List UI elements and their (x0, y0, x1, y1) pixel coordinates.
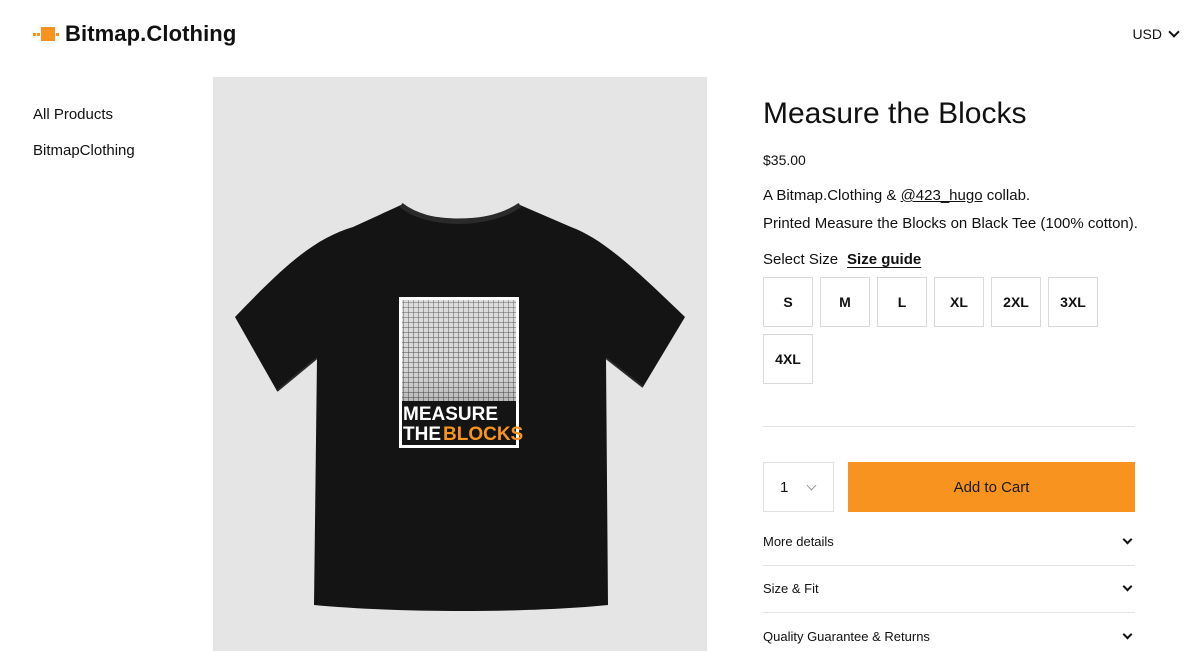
quantity-value: 1 (780, 478, 789, 496)
chevron-down-icon (1122, 534, 1133, 545)
size-option-2xl[interactable]: 2XL (991, 277, 1041, 327)
chevron-down-icon (1122, 629, 1133, 639)
accordion-label: Quality Guarantee & Returns (763, 628, 930, 644)
size-options: S M L XL 2XL 3XL 4XL (763, 277, 1135, 384)
sidebar-nav: All Products BitmapClothing (33, 106, 135, 178)
accordion-label: More details (763, 534, 834, 549)
currency-selector[interactable]: USD (1132, 25, 1180, 42)
chevron-down-icon (1168, 25, 1180, 38)
logo-mark-icon (33, 27, 59, 41)
size-option-3xl[interactable]: 3XL (1048, 277, 1098, 327)
currency-label: USD (1132, 26, 1162, 42)
product-price: $35.00 (763, 152, 806, 168)
divider (763, 426, 1135, 427)
description-suffix: collab. (982, 187, 1031, 204)
quantity-select[interactable]: 1 (763, 462, 834, 512)
product-image: MEASURE THE BLOCKS (213, 77, 707, 651)
tshirt-illustration: MEASURE THE BLOCKS (235, 202, 685, 611)
accordion-quality-returns[interactable]: Quality Guarantee & Returns (763, 612, 1135, 651)
accordion-more-details[interactable]: More details (763, 518, 1135, 566)
sidebar-item-all-products[interactable]: All Products (33, 106, 135, 123)
size-guide-link[interactable]: Size guide (847, 251, 921, 268)
size-option-m[interactable]: M (820, 277, 870, 327)
print-text-the: THE (403, 424, 441, 445)
accordion-label: Size & Fit (763, 581, 819, 596)
description-prefix: A Bitmap.Clothing & (763, 187, 901, 204)
size-option-l[interactable]: L (877, 277, 927, 327)
add-to-cart-button[interactable]: Add to Cart (848, 462, 1135, 512)
brand-name: Bitmap.Clothing (65, 21, 237, 46)
select-size-label: Select Size (763, 251, 839, 268)
sidebar-item-bitmapclothing[interactable]: BitmapClothing (33, 142, 135, 159)
product-description-line1: A Bitmap.Clothing & @423_hugo collab. (763, 187, 1030, 204)
accordion-size-fit[interactable]: Size & Fit (763, 565, 1135, 613)
brand-logo[interactable]: Bitmap.Clothing (33, 21, 236, 47)
chevron-down-icon (806, 480, 817, 490)
product-description-line2: Printed Measure the Blocks on Black Tee … (763, 215, 1138, 232)
size-option-s[interactable]: S (763, 277, 813, 327)
chevron-down-icon (1122, 581, 1133, 592)
size-selector-header: Select Size Size guide (763, 251, 921, 268)
size-option-4xl[interactable]: 4XL (763, 334, 813, 384)
print-text-blocks: BLOCKS (443, 424, 523, 445)
collab-link[interactable]: @423_hugo (901, 187, 983, 204)
product-title: Measure the Blocks (763, 97, 1027, 130)
size-option-xl[interactable]: XL (934, 277, 984, 327)
print-text-line1: MEASURE (403, 404, 498, 425)
